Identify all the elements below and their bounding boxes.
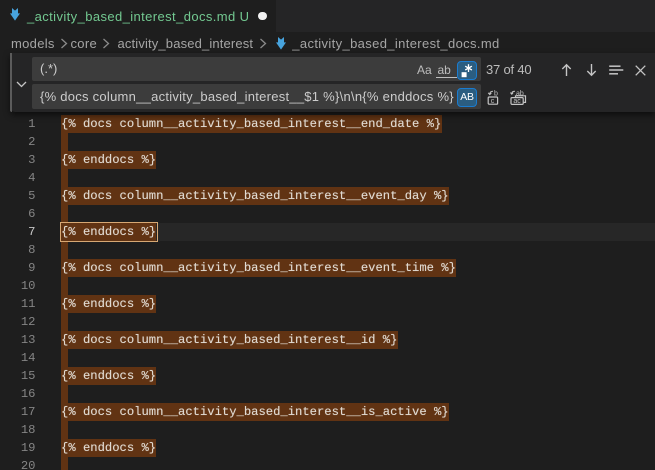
svg-text:ab: ab xyxy=(516,91,524,98)
svg-text:ac: ac xyxy=(513,98,521,105)
svg-text:c: c xyxy=(490,98,494,105)
